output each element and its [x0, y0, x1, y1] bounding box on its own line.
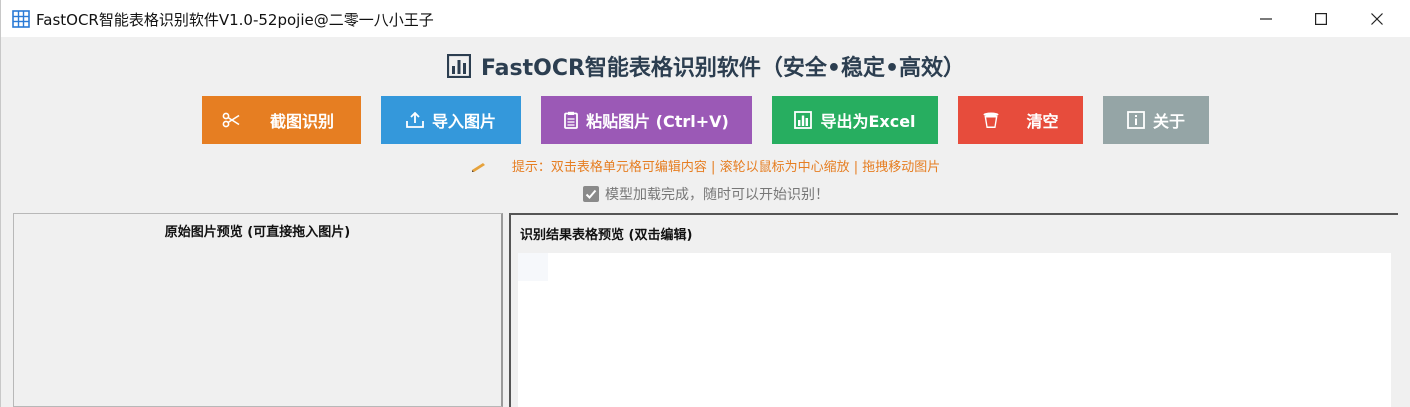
- page-title: FastOCR智能表格识别软件（安全•稳定•高效）: [1, 50, 1410, 84]
- table-icon: [12, 10, 30, 28]
- clear-button[interactable]: 清空: [958, 96, 1083, 144]
- about-button[interactable]: 关于: [1103, 96, 1209, 144]
- capture-button-label: 截图识别: [270, 112, 335, 131]
- original-image-preview-panel[interactable]: 原始图片预览 (可直接拖入图片): [13, 213, 503, 407]
- bar-chart-icon: [794, 111, 813, 129]
- original-image-preview-title: 原始图片预览 (可直接拖入图片): [164, 225, 351, 240]
- hint-text: 提示：双击表格单元格可编辑内容 | 滚轮以鼠标为中心缩放 | 拖拽移动图片: [511, 160, 941, 175]
- window-title: FastOCR智能表格识别软件V1.0-52pojie@二零一八小王子: [36, 11, 434, 29]
- bar-chart-icon: [446, 53, 472, 84]
- info-icon: [1127, 111, 1145, 129]
- table-corner-cell[interactable]: [518, 253, 548, 281]
- status-line: 模型加载完成，随时可以开始识别！: [1, 184, 1410, 204]
- result-table[interactable]: [518, 253, 1391, 407]
- close-icon: [1371, 12, 1383, 25]
- page-title-text: FastOCR智能表格识别软件（安全•稳定•高效）: [480, 56, 966, 81]
- result-table-preview-panel: 识别结果表格预览 (双击编辑): [509, 213, 1398, 407]
- title-bar[interactable]: FastOCR智能表格识别软件V1.0-52pojie@二零一八小王子: [1, 0, 1410, 37]
- upload-tray-icon: [406, 112, 424, 128]
- maximize-icon: [1315, 12, 1327, 25]
- export-excel-label: 导出为Excel: [820, 112, 916, 131]
- paste-image-button[interactable]: 粘贴图片 (Ctrl+V): [541, 96, 752, 144]
- import-image-button[interactable]: 导入图片: [381, 96, 521, 144]
- minimize-button[interactable]: [1243, 0, 1289, 37]
- capture-button[interactable]: 截图识别: [202, 96, 361, 144]
- scissors-icon: [222, 112, 240, 128]
- clear-button-label: 清空: [1026, 112, 1059, 131]
- close-button[interactable]: [1354, 0, 1400, 37]
- status-text: 模型加载完成，随时可以开始识别！: [605, 187, 829, 203]
- trash-icon: [982, 111, 1000, 129]
- result-table-preview-title: 识别结果表格预览 (双击编辑): [520, 228, 693, 243]
- minimize-icon: [1260, 17, 1272, 20]
- import-image-label: 导入图片: [431, 112, 496, 131]
- paste-image-label: 粘贴图片 (Ctrl+V): [586, 112, 729, 131]
- pencil-icon: [471, 160, 490, 175]
- hint-line: 提示：双击表格单元格可编辑内容 | 滚轮以鼠标为中心缩放 | 拖拽移动图片: [1, 156, 1410, 175]
- maximize-button[interactable]: [1298, 0, 1344, 37]
- app-window: FastOCR智能表格识别软件V1.0-52pojie@二零一八小王子 Fast…: [0, 0, 1410, 407]
- export-excel-button[interactable]: 导出为Excel: [772, 96, 938, 144]
- checkbox-checked-icon: [583, 186, 599, 202]
- about-button-label: 关于: [1152, 112, 1185, 131]
- clipboard-icon: [564, 111, 579, 129]
